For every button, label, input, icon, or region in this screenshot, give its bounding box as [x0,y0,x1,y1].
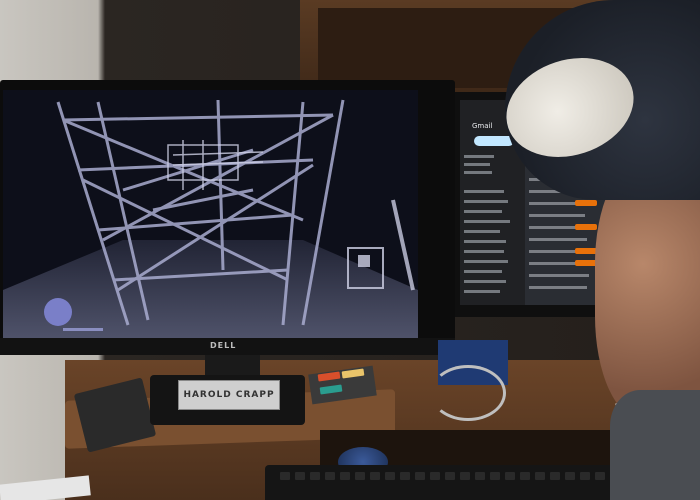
keyboard-key[interactable] [445,472,455,480]
keyboard-key[interactable] [490,472,500,480]
monitor-brand-logo: DELL [210,341,237,350]
email-label-tag [575,260,597,266]
nameplate: HAROLD CRAPP [178,380,280,410]
email-row[interactable] [529,238,587,241]
keyboard-key[interactable] [580,472,590,480]
keyboard[interactable] [265,465,645,500]
email-row[interactable] [529,274,589,277]
sidebar-row[interactable] [464,280,506,283]
email-label-tag [575,224,597,230]
email-app-title: Gmail [472,122,493,130]
sidebar-row[interactable] [464,270,502,273]
sidebar-row[interactable] [464,290,500,293]
email-label-tag [575,200,597,206]
keyboard-key[interactable] [520,472,530,480]
keyboard-key[interactable] [340,472,350,480]
keyboard-key[interactable] [370,472,380,480]
keyboard-key[interactable] [280,472,290,480]
keyboard-key[interactable] [535,472,545,480]
sidebar-row[interactable] [464,171,492,174]
photo-scene: DELL HAROLD CRAPP Gmail [0,0,700,500]
charging-cable [430,365,506,421]
keyboard-key[interactable] [415,472,425,480]
sidebar-row[interactable] [464,250,504,253]
keyboard-key[interactable] [430,472,440,480]
sidebar-row[interactable] [464,240,506,243]
email-row[interactable] [529,286,587,289]
sidebar-row[interactable] [464,155,494,158]
point-cloud-screen [3,90,418,338]
person-shirt [610,390,700,500]
keyboard-key[interactable] [565,472,575,480]
keyboard-key[interactable] [400,472,410,480]
keyboard-key[interactable] [475,472,485,480]
email-label-tag [575,248,597,254]
keyboard-key[interactable] [460,472,470,480]
sidebar-row[interactable] [464,210,502,213]
email-row[interactable] [529,214,585,217]
point-cloud-render [3,90,418,338]
sidebar-row[interactable] [464,190,504,193]
keyboard-key[interactable] [310,472,320,480]
sidebar-row[interactable] [464,230,500,233]
keyboard-key[interactable] [550,472,560,480]
keyboard-key[interactable] [295,472,305,480]
keyboard-key[interactable] [505,472,515,480]
sidebar-row[interactable] [464,200,508,203]
compose-button[interactable] [474,136,514,146]
keyboard-key[interactable] [325,472,335,480]
sidebar-row[interactable] [464,260,508,263]
sidebar-row[interactable] [464,220,510,223]
navigation-sphere-icon[interactable] [44,298,72,326]
keyboard-key[interactable] [355,472,365,480]
keyboard-key[interactable] [385,472,395,480]
keyboard-key[interactable] [595,472,605,480]
sidebar-row[interactable] [464,163,490,166]
status-bar-line [63,328,103,331]
